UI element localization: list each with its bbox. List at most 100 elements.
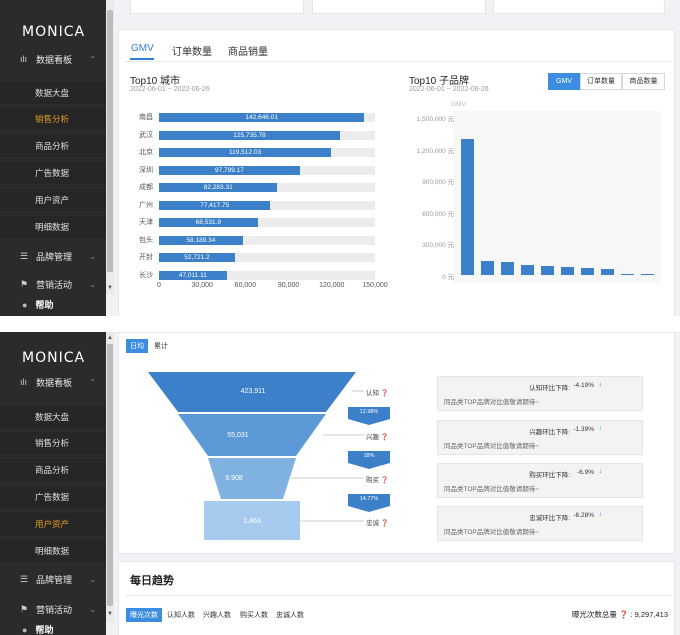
arrow-down-icon: ↓ [598, 468, 603, 475]
scroll-up-arrow-icon[interactable]: ▲ [106, 334, 114, 342]
sidebar-item-ads[interactable]: 广告数据 [0, 486, 106, 508]
flag-icon: ⚑ [20, 603, 29, 614]
sidebar-item-details[interactable]: 明细数据 [0, 216, 106, 238]
scroll-down-arrow-icon[interactable]: ▼ [106, 284, 114, 292]
conversion-rate: 18% [363, 453, 375, 459]
insight-card-interest: 兴趣环比下降: -1.39% ↓ 同品类TOP品牌对比值敬请期待~ [437, 420, 643, 455]
help-circle-icon[interactable]: ❓ [619, 610, 628, 619]
bar-track: 125,735.78 [159, 130, 375, 140]
city-tick-label: 武汉 [139, 131, 153, 139]
city-tick-label: 北京 [139, 149, 153, 156]
sidebar-item-sales[interactable]: 销售分析 [0, 432, 106, 454]
toggle-daily-avg[interactable]: 日均 [126, 339, 148, 353]
sidebar-item-ads[interactable]: 广告数据 [0, 162, 106, 184]
arrow-down-icon: ↓ [598, 511, 603, 518]
sidebar-item-products[interactable]: 商品分析 [0, 459, 106, 481]
stage-name: 购买 [366, 477, 379, 484]
insight-head: 忠诚环比下降: [529, 515, 570, 522]
sidebar-group-brand[interactable]: ☰ 品牌管理 ⌄ [0, 243, 106, 269]
stage-label-awareness: 认知 ❓ [366, 387, 389, 397]
tab-orders[interactable]: 订单数量 [172, 43, 212, 58]
insight-value: -4.19% [573, 382, 594, 389]
total-value: 9,297,413 [634, 610, 668, 619]
bar-value-label: 142,646.01 [245, 114, 278, 121]
sidebar-group-dashboard[interactable]: ılı 数据看板 ⌃ [0, 46, 106, 72]
insight-card-purchase: 购买环比下降: -6.9% ↓ 同品类TOP品牌对比值敬请期待~ [437, 463, 643, 498]
tab-units[interactable]: 商品销量 [228, 43, 268, 58]
sidebar-scrollbar[interactable]: ▼ [106, 0, 114, 294]
trend-tab-purchase[interactable]: 购买人数 [240, 610, 268, 620]
brand-bar[interactable] [540, 266, 554, 275]
brand-chart-title: Top10 子品牌 [409, 76, 470, 87]
summary-card [130, 0, 304, 14]
help-circle-icon[interactable]: ❓ [381, 477, 389, 484]
metric-orders-button[interactable]: 订单数量 [580, 73, 622, 90]
daily-trend-title: 每日趋势 [130, 575, 174, 587]
toggle-cumulative[interactable]: 累计 [154, 341, 168, 351]
y-tick-label: 1,200,000 元 [416, 147, 454, 155]
sidebar-group-brand[interactable]: ☰ 品牌管理 ⌄ [0, 566, 106, 592]
bar-value-label: 125,735.78 [233, 131, 266, 139]
sidebar-item-sales[interactable]: 销售分析 [0, 108, 106, 130]
tab-divider [125, 61, 671, 62]
chevron-down-icon: ⌄ [89, 574, 96, 584]
active-tab-indicator [130, 58, 154, 60]
sidebar-item-products[interactable]: 商品分析 [0, 135, 106, 157]
x-tick-label: 90,000 [277, 282, 300, 289]
brand-bar[interactable] [620, 273, 634, 275]
metric-units-button[interactable]: 商品数量 [622, 73, 665, 90]
help-circle-icon[interactable]: ❓ [381, 390, 389, 397]
arrow-down-icon: ↓ [598, 425, 603, 432]
sidebar-scrollbar[interactable]: ▲ ▼ [106, 332, 114, 622]
brand-bar[interactable] [600, 269, 614, 275]
trend-tab-exposure[interactable]: 曝光次数 [126, 608, 162, 622]
help-link[interactable]: ● 帮助 [0, 293, 106, 316]
scrollbar-thumb[interactable] [107, 344, 113, 606]
stage-label-loyalty: 忠诚 ❓ [366, 517, 389, 527]
scroll-down-arrow-icon[interactable]: ▼ [106, 610, 114, 618]
help-link[interactable]: ● 帮助 [0, 618, 106, 635]
bar-chart-icon: ılı [20, 377, 28, 387]
sidebar-item-overview[interactable]: 数据大盘 [0, 406, 106, 428]
tab-gmv[interactable]: GMV [131, 43, 154, 54]
brand-bar[interactable] [480, 261, 494, 275]
bar-track: 142,646.01 [159, 113, 375, 122]
x-tick-label: 30,000 [191, 282, 213, 289]
sidebar-item-user-assets[interactable]: 用户资产 [0, 189, 106, 211]
city-tick-label: 南昌 [139, 114, 153, 121]
scrollbar-thumb[interactable] [107, 10, 113, 272]
brand-bar[interactable] [560, 267, 574, 275]
help-circle-icon[interactable]: ❓ [381, 520, 389, 527]
help-circle-icon[interactable]: ❓ [381, 434, 389, 441]
y-tick-label: 0 元 [442, 274, 454, 281]
city-tick-label: 天津 [139, 219, 153, 226]
bar-track: 47,011.11 [159, 270, 375, 280]
insight-desc: 同品类TOP品牌对比值敬请期待~ [444, 486, 540, 493]
sidebar-group-label: 数据看板 [36, 377, 73, 388]
sidebar: MONICA ılı 数据看板 ⌃ 数据大盘 销售分析 商品分析 广告数据 用户… [0, 0, 106, 316]
sidebar: MONICA ılı 数据看板 ⌃ 数据大盘 销售分析 商品分析 广告数据 用户… [0, 332, 106, 635]
brand-bar[interactable] [520, 264, 534, 275]
app-logo: MONICA [22, 24, 86, 40]
sidebar-group-dashboard[interactable]: ılı 数据看板 ⌃ [0, 369, 106, 395]
brand-bar[interactable] [500, 262, 514, 275]
sidebar-item-user-assets[interactable]: 用户资产 [0, 513, 106, 535]
sidebar-item-overview[interactable]: 数据大盘 [0, 82, 106, 104]
brand-bar[interactable] [640, 274, 654, 275]
y-tick-label: 600,000 元 [422, 210, 454, 218]
y-tick-label: 1,500,000 元 [416, 116, 454, 123]
x-tick-label: 150,000 [362, 282, 388, 289]
brand-bar[interactable] [580, 268, 594, 275]
city-chart-title: Top10 城市 [130, 76, 181, 87]
insight-desc: 同品类TOP品牌对比值敬请期待~ [444, 399, 540, 406]
metric-gmv-button[interactable]: GMV [548, 73, 580, 90]
sidebar-item-details[interactable]: 明细数据 [0, 540, 106, 562]
bar-track: 82,283.31 [159, 183, 375, 192]
trend-tab-awareness[interactable]: 认知人数 [167, 610, 195, 620]
y-tick-label: 900,000 元 [422, 179, 454, 187]
brand-bar[interactable] [460, 139, 474, 275]
trend-tab-interest[interactable]: 兴趣人数 [203, 610, 231, 620]
chevron-up-icon: ⌃ [89, 377, 96, 387]
trend-tab-loyalty[interactable]: 忠诚人数 [276, 610, 304, 620]
sidebar-group-label: 品牌管理 [36, 251, 73, 262]
